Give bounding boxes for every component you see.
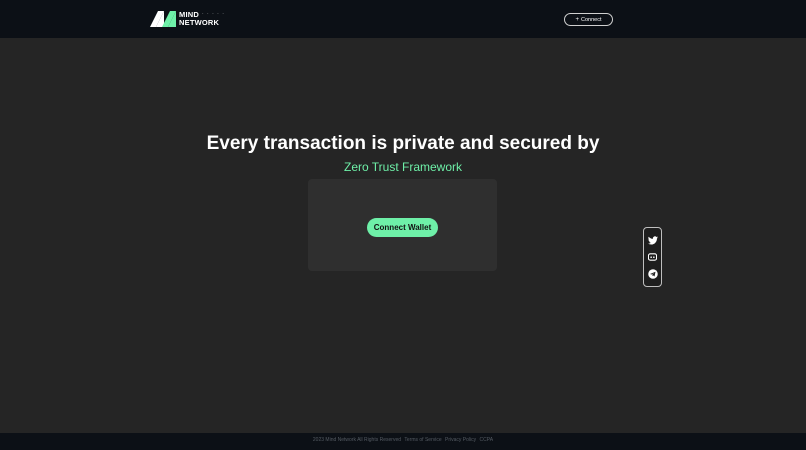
footer-text: 2023 Mind Network All Rights Reserved Te… bbox=[0, 437, 806, 443]
logo-dots: · · · · · bbox=[202, 11, 225, 17]
footer: 2023 Mind Network All Rights Reserved Te… bbox=[0, 433, 806, 450]
logo-mark-icon bbox=[150, 11, 176, 27]
twitter-icon[interactable] bbox=[647, 235, 658, 245]
discord-icon[interactable] bbox=[648, 252, 658, 262]
copyright-text: 2023 Mind Network All Rights Reserved bbox=[312, 437, 402, 443]
top-navbar: MIND NETWORK · · · · · + Connect bbox=[0, 0, 806, 38]
terms-link[interactable]: Terms of Service bbox=[404, 437, 441, 443]
connect-label: Connect bbox=[581, 16, 602, 23]
logo-line-2: NETWORK bbox=[179, 18, 220, 27]
connect-wallet-button[interactable]: Connect Wallet bbox=[367, 218, 438, 237]
privacy-link[interactable]: Privacy Policy bbox=[445, 437, 476, 443]
hero-subtitle: Zero Trust Framework bbox=[343, 160, 463, 174]
plus-icon: + bbox=[575, 16, 579, 23]
telegram-icon[interactable] bbox=[647, 269, 658, 279]
connect-button[interactable]: + Connect bbox=[564, 13, 613, 26]
social-links-panel bbox=[643, 227, 662, 287]
hero-title: Every transaction is private and secured… bbox=[206, 133, 600, 154]
ccpa-link[interactable]: CCPA bbox=[480, 437, 494, 443]
